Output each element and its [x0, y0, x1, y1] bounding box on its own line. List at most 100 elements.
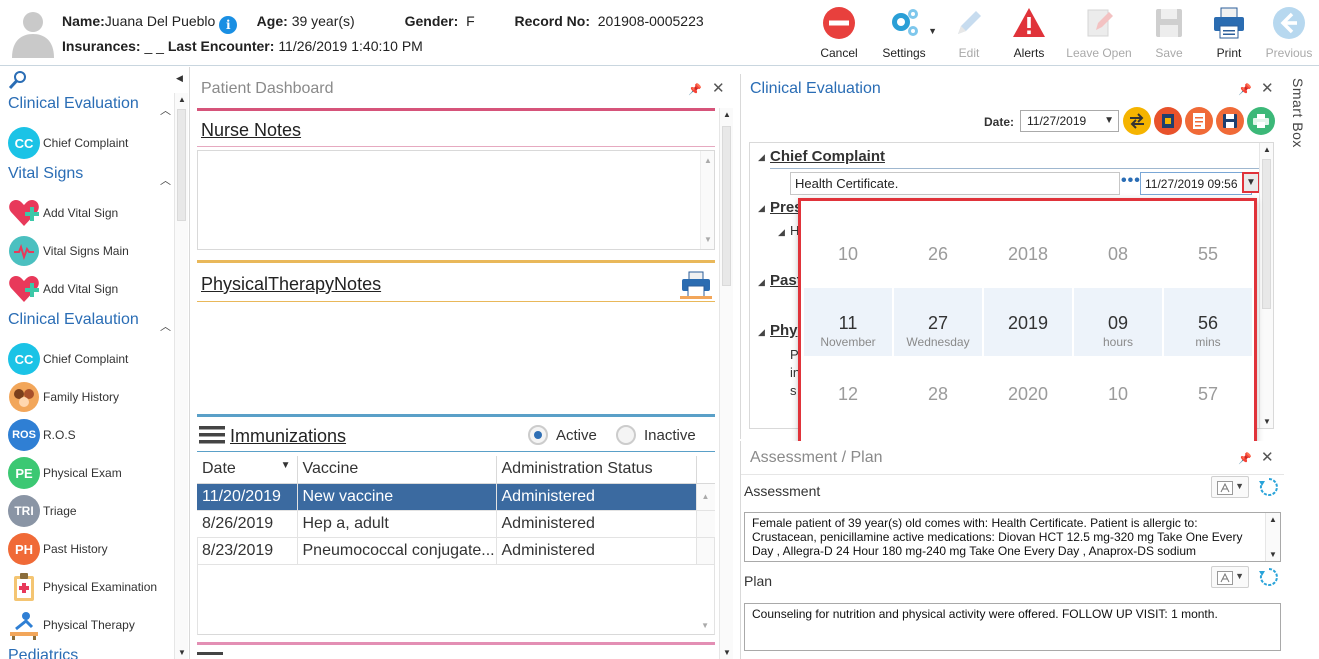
- table-row[interactable]: 11/20/2019 New vaccine Administered ▲: [197, 483, 715, 511]
- scrollbar-thumb[interactable]: [722, 126, 731, 286]
- selected-minute[interactable]: 56 mins: [1164, 288, 1252, 356]
- selected-year[interactable]: 2019: [984, 288, 1072, 356]
- more-options-icon[interactable]: •••: [1121, 172, 1141, 190]
- sidebar-item-vital-signs-main[interactable]: Vital Signs Main: [8, 234, 129, 268]
- table-row[interactable]: 8/26/2019 Hep a, adult Administered: [197, 510, 715, 538]
- complaint-datetime-input[interactable]: 11/27/2019 09:56: [1140, 172, 1252, 195]
- next-day-value[interactable]: 28: [894, 384, 982, 405]
- tree-scrollbar[interactable]: ▲ ▼: [1259, 143, 1273, 428]
- scroll-down-icon[interactable]: ▼: [178, 648, 186, 657]
- collapse-triangle-icon[interactable]: ◢: [758, 327, 765, 338]
- date-select[interactable]: 11/27/2019 ▼: [1020, 110, 1119, 132]
- section-pediatrics[interactable]: Pediatrics: [8, 647, 78, 659]
- scroll-up-icon[interactable]: ▲: [1263, 145, 1271, 154]
- sidebar-item-family-history[interactable]: Family History: [8, 380, 119, 414]
- scrollbar-thumb[interactable]: [177, 109, 186, 221]
- prev-day-value[interactable]: 26: [894, 244, 982, 265]
- inactive-radio[interactable]: Inactive: [616, 425, 696, 445]
- chevron-up-icon[interactable]: ︿: [160, 172, 171, 188]
- minute-column[interactable]: 55 56 mins 57: [1164, 201, 1252, 442]
- collapse-triangle-icon[interactable]: ◢: [758, 277, 765, 288]
- scroll-up-icon[interactable]: ▲: [1269, 515, 1277, 524]
- chief-complaint-heading[interactable]: Chief Complaint: [770, 148, 885, 165]
- chevron-up-icon[interactable]: ︿: [160, 318, 171, 334]
- leave-open-button[interactable]: Leave Open: [1059, 4, 1139, 62]
- section-clinical-evaluation[interactable]: Clinical Evaluation: [8, 95, 139, 113]
- collapse-triangle-icon[interactable]: ◢: [758, 203, 765, 214]
- selected-day[interactable]: 27 Wednesday: [894, 288, 982, 356]
- close-icon[interactable]: ✕: [712, 79, 725, 97]
- assessment-text[interactable]: Female patient of 39 year(s) old comes w…: [744, 512, 1281, 562]
- past-history-heading[interactable]: Past: [770, 272, 802, 289]
- menu-icon[interactable]: [199, 424, 225, 446]
- assessment-template-button[interactable]: ▼: [1211, 476, 1249, 498]
- section-clinical-evalaution[interactable]: Clinical Evalaution: [8, 311, 139, 329]
- pt-notes-title[interactable]: PhysicalTherapyNotes: [201, 274, 381, 295]
- collapse-triangle-icon[interactable]: ◢: [758, 152, 765, 163]
- dashboard-scrollbar[interactable]: ▲ ▼: [719, 108, 733, 659]
- sidebar-item-chief-complaint[interactable]: CC Chief Complaint: [8, 126, 128, 160]
- search-icon[interactable]: [8, 70, 28, 90]
- alerts-button[interactable]: Alerts: [999, 4, 1059, 62]
- next-year-value[interactable]: 2020: [984, 384, 1072, 405]
- pin-icon[interactable]: 📌: [1238, 452, 1252, 465]
- prev-minute-value[interactable]: 55: [1164, 244, 1252, 265]
- column-header-date[interactable]: Date ▼: [197, 456, 298, 484]
- next-minute-value[interactable]: 57: [1164, 384, 1252, 405]
- scroll-up-icon[interactable]: ▲: [696, 483, 715, 511]
- scrollbar-thumb[interactable]: [1262, 159, 1271, 309]
- document-button[interactable]: [1185, 107, 1213, 135]
- assessment-scrollbar[interactable]: ▲ ▼: [1265, 513, 1280, 561]
- refresh-icon[interactable]: [1259, 567, 1279, 587]
- refresh-icon[interactable]: [1259, 477, 1279, 497]
- chief-complaint-input[interactable]: Health Certificate.: [790, 172, 1120, 195]
- notes-scrollbar[interactable]: ▲ ▼: [700, 151, 714, 249]
- table-scrollbar[interactable]: [696, 510, 715, 538]
- collapse-triangle-icon[interactable]: ◢: [778, 227, 785, 238]
- selected-month[interactable]: 11 November: [804, 288, 892, 356]
- save-button[interactable]: [1216, 107, 1244, 135]
- pin-icon[interactable]: 📌: [1238, 83, 1252, 96]
- hour-column[interactable]: 08 09 hours 10: [1074, 201, 1162, 442]
- prev-year-value[interactable]: 2018: [984, 244, 1072, 265]
- scroll-down-icon[interactable]: ▼: [701, 621, 709, 630]
- next-month-value[interactable]: 12: [804, 384, 892, 405]
- physical-heading[interactable]: Phy: [770, 322, 798, 339]
- nurse-notes-title[interactable]: Nurse Notes: [201, 120, 301, 141]
- prev-hour-value[interactable]: 08: [1074, 244, 1162, 265]
- sidebar-item-physical-exam[interactable]: PE Physical Exam: [8, 456, 122, 490]
- previous-button[interactable]: Previous: [1259, 4, 1319, 62]
- sidebar-collapse-icon[interactable]: ◀: [176, 73, 183, 84]
- selected-hour[interactable]: 09 hours: [1074, 288, 1162, 356]
- sidebar-item-physical-therapy[interactable]: Physical Therapy: [8, 608, 135, 642]
- nurse-notes-area[interactable]: ▲ ▼: [197, 150, 715, 250]
- sidebar-item-past-history[interactable]: PH Past History: [8, 532, 108, 566]
- sidebar-item-add-vital-sign[interactable]: Add Vital Sign: [8, 196, 118, 230]
- sidebar-item-add-vital-sign-2[interactable]: Add Vital Sign: [8, 272, 118, 306]
- export-button[interactable]: [1154, 107, 1182, 135]
- menu-icon[interactable]: [197, 652, 223, 655]
- save-button[interactable]: Save: [1139, 4, 1199, 62]
- year-column[interactable]: 2018 2019 2020: [984, 201, 1072, 442]
- sidebar-item-ros[interactable]: ROS R.O.S: [8, 418, 76, 452]
- scroll-up-icon[interactable]: ▲: [723, 110, 731, 119]
- pin-icon[interactable]: 📌: [688, 83, 702, 96]
- smart-box-tab[interactable]: Smart Box: [1288, 74, 1319, 154]
- scroll-down-icon[interactable]: ▼: [1269, 550, 1277, 559]
- column-header-status[interactable]: Administration Status: [496, 456, 697, 484]
- chevron-up-icon[interactable]: ︿: [160, 102, 171, 118]
- sidebar-item-triage[interactable]: TRI Triage: [8, 494, 77, 528]
- prev-month-value[interactable]: 10: [804, 244, 892, 265]
- settings-dropdown-icon[interactable]: ▼: [928, 26, 937, 36]
- scroll-up-icon[interactable]: ▲: [178, 95, 186, 104]
- active-radio[interactable]: Active: [528, 425, 597, 445]
- plan-text[interactable]: Counseling for nutrition and physical ac…: [744, 603, 1281, 651]
- close-icon[interactable]: ✕: [1261, 448, 1274, 466]
- info-icon[interactable]: i: [219, 16, 238, 34]
- scroll-down-icon[interactable]: ▼: [723, 648, 731, 657]
- edit-button[interactable]: Edit: [939, 4, 999, 62]
- cancel-button[interactable]: Cancel: [809, 4, 869, 62]
- column-header-vaccine[interactable]: Vaccine: [297, 456, 497, 484]
- print-button[interactable]: [1247, 107, 1275, 135]
- month-column[interactable]: 10 11 November 12: [804, 201, 892, 442]
